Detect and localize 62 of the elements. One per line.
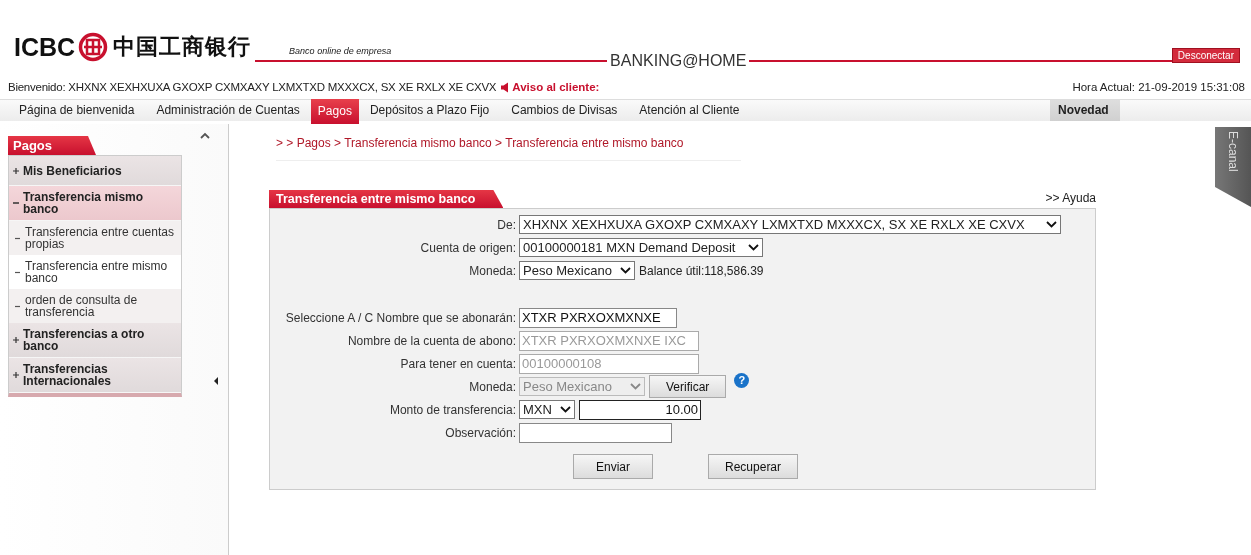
- nav-tab[interactable]: Página de bienvenida: [8, 100, 146, 121]
- breadcrumb: > > Pagos > Transferencia mismo banco > Transferencia entre mismo banco: [276, 136, 741, 161]
- field-label: Para tener en cuenta:: [399, 356, 517, 371]
- sidebar-subitem[interactable]: orden de consulta de transferencia: [9, 289, 181, 323]
- field-label: Nombre de la cuenta de abono:: [346, 333, 517, 348]
- plus-icon: [13, 372, 19, 378]
- dash-icon: [15, 270, 20, 274]
- dropdown[interactable]: XHXNX XEXHXUXA GXOXP CXMXAXY LXMXTXD MXXXCX, SX XE RXLX XE CXVX: [519, 215, 1061, 234]
- field-label: Monto de transferencia:: [388, 402, 517, 417]
- chevron-icon: [748, 244, 759, 251]
- dropdown[interactable]: Peso Mexicano: [519, 261, 635, 280]
- sidebar-subitem[interactable]: Transferencia entre mismo banco: [9, 255, 181, 289]
- plus-icon: [13, 167, 19, 174]
- sidebar-item[interactable]: Transferencias a otro banco: [9, 323, 181, 358]
- dash-icon: [15, 304, 20, 308]
- sidebar-subitem[interactable]: Transferencia entre cuentas propias: [9, 221, 181, 255]
- speaker-icon: [500, 81, 510, 93]
- field-label: Moneda:: [468, 379, 517, 394]
- collapse-arrow-icon: [214, 377, 218, 385]
- chevron-icon: [630, 383, 641, 390]
- brand-chinese-text: 中国工商银行: [113, 33, 252, 61]
- minus-icon: [13, 200, 19, 206]
- product-title: BANKING@HOME: [609, 52, 748, 70]
- input-field[interactable]: XTXR PXRXOXMXNXE: [519, 307, 677, 328]
- chevron-icon: [560, 406, 571, 413]
- logout-button[interactable]: Desconectar: [1171, 48, 1240, 63]
- caret-up-icon: [200, 132, 210, 139]
- nav-tab[interactable]: Cambios de Divisas: [500, 100, 629, 121]
- sidebar-title: Pagos: [8, 136, 96, 155]
- input-field[interactable]: [519, 422, 672, 443]
- dropdown[interactable]: MXN: [519, 400, 575, 419]
- field-label: De:: [496, 217, 517, 232]
- chevron-icon: [620, 267, 631, 274]
- chevron-icon: [1046, 221, 1057, 228]
- field-label: Moneda:: [468, 263, 517, 278]
- welcome-text: Bienvenido: XHXNX XEXHXUXA GXOXP CXMXAXY LXMXTXD MXXXCX, SX XE RXLX XE CXVX: [8, 81, 497, 93]
- brand-logo-text: ICBC: [14, 32, 76, 62]
- input-field[interactable]: 10.00: [579, 399, 701, 420]
- sidebar-item[interactable]: Transferencias Internacionales: [9, 358, 181, 393]
- sidebar-item[interactable]: Transferencia mismo banco: [9, 186, 181, 221]
- field-label: Observación:: [444, 425, 517, 440]
- field-label: Seleccione A / C Nombre que se abonarán:: [284, 310, 517, 325]
- form-button[interactable]: Enviar: [573, 454, 653, 479]
- plus-icon: [13, 337, 19, 343]
- dropdown[interactable]: 00100000181 MXN Demand Deposit: [519, 238, 763, 257]
- news-tab[interactable]: Novedad: [1050, 100, 1120, 121]
- dash-icon: [15, 236, 20, 240]
- clock-text: Hora Actual: 21-09-2019 15:31:08: [1072, 81, 1245, 93]
- panel-title: Transferencia entre mismo banco: [269, 190, 504, 208]
- nav-tab[interactable]: Depósitos a Plazo Fijo: [358, 100, 501, 121]
- nav-tab[interactable]: Pagos: [310, 99, 359, 124]
- balance-text: Balance útil:118,586.39: [639, 263, 764, 278]
- logo-emblem-icon: [78, 32, 109, 62]
- nav-tab[interactable]: Administración de Cuentas: [145, 100, 311, 121]
- field-label: Cuenta de origen:: [419, 240, 517, 255]
- help-link[interactable]: >> Ayuda: [1045, 191, 1096, 208]
- nav-tab[interactable]: Atención al Cliente: [628, 100, 751, 121]
- sidebar-item[interactable]: Mis Beneficiarios: [9, 156, 181, 186]
- notice-link[interactable]: Aviso al cliente:: [512, 81, 600, 93]
- form-button[interactable]: Recuperar: [708, 454, 799, 479]
- side-tab[interactable]: E-canal: [1215, 127, 1251, 207]
- tagline-text: Banco online de empresa: [289, 46, 392, 56]
